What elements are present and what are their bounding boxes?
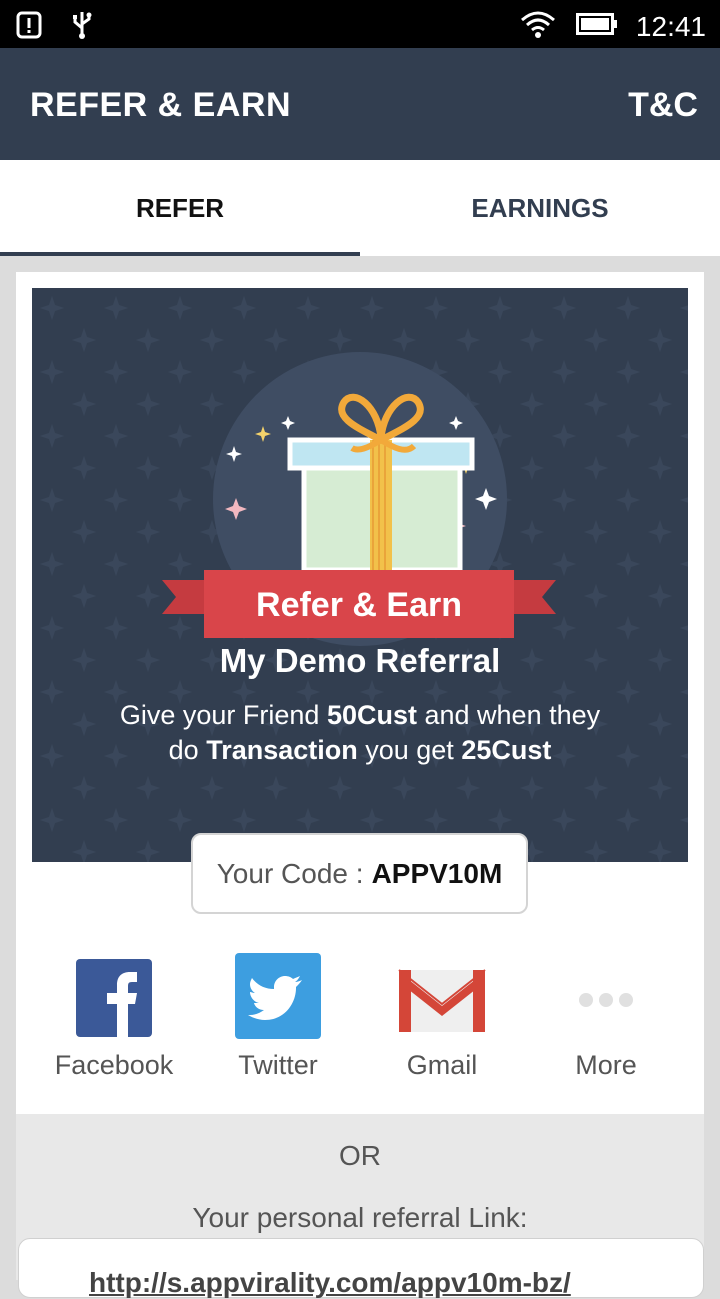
share-gmail[interactable]: Gmail <box>360 958 524 1098</box>
or-divider: OR <box>339 1140 381 1171</box>
referral-title: My Demo Referral <box>219 642 501 679</box>
alert-icon <box>16 11 42 44</box>
app-bar: REFER & EARN T&C <box>0 48 720 160</box>
gift-icon <box>225 393 497 573</box>
tab-indicator <box>0 252 360 256</box>
status-time: 12:41 <box>635 10 706 42</box>
referral-link[interactable]: http://s.appvirality.com/appv10m-bz/ <box>89 1267 571 1299</box>
tab-earnings[interactable]: EARNINGS <box>360 160 720 256</box>
refer-banner: Refer & Earn My Demo Referral Give your … <box>32 288 688 862</box>
terms-button[interactable]: T&C <box>628 86 698 125</box>
facebook-icon <box>75 958 153 1043</box>
share-label: More <box>575 1050 637 1080</box>
share-label: Gmail <box>406 1050 478 1080</box>
code-value: APPV10M <box>371 857 503 889</box>
share-more[interactable]: More <box>524 958 688 1098</box>
tab-bar: REFER EARNINGS <box>0 160 720 256</box>
more-dots-icon <box>576 958 636 1035</box>
usb-icon <box>70 10 94 45</box>
ribbon-text: Refer & Earn <box>256 585 462 624</box>
status-bar: 12:41 <box>0 0 720 48</box>
twitter-icon <box>234 953 322 1045</box>
tab-refer[interactable]: REFER <box>0 160 360 256</box>
share-twitter[interactable]: Twitter <box>196 953 360 1098</box>
refer-card: Refer & Earn My Demo Referral Give your … <box>16 272 704 1114</box>
gmail-icon <box>397 958 487 1039</box>
page-title: REFER & EARN <box>30 86 292 124</box>
battery-icon <box>575 13 618 40</box>
share-label: Twitter <box>238 1050 318 1080</box>
code-label: Your Code : <box>216 857 364 889</box>
referral-link-section: OR Your personal referral Link: http://s… <box>16 1114 704 1298</box>
referral-link-label: Your personal referral Link: <box>192 1202 528 1233</box>
referral-link-box[interactable]: http://s.appvirality.com/appv10m-bz/ <box>18 1238 704 1298</box>
referral-code-box[interactable]: Your Code : APPV10M <box>191 833 528 914</box>
share-facebook[interactable]: Facebook <box>32 958 196 1098</box>
share-label: Facebook <box>54 1050 174 1080</box>
wifi-icon <box>518 8 558 45</box>
referral-description: Give your Friend 50Cust and when they do… <box>119 700 601 765</box>
